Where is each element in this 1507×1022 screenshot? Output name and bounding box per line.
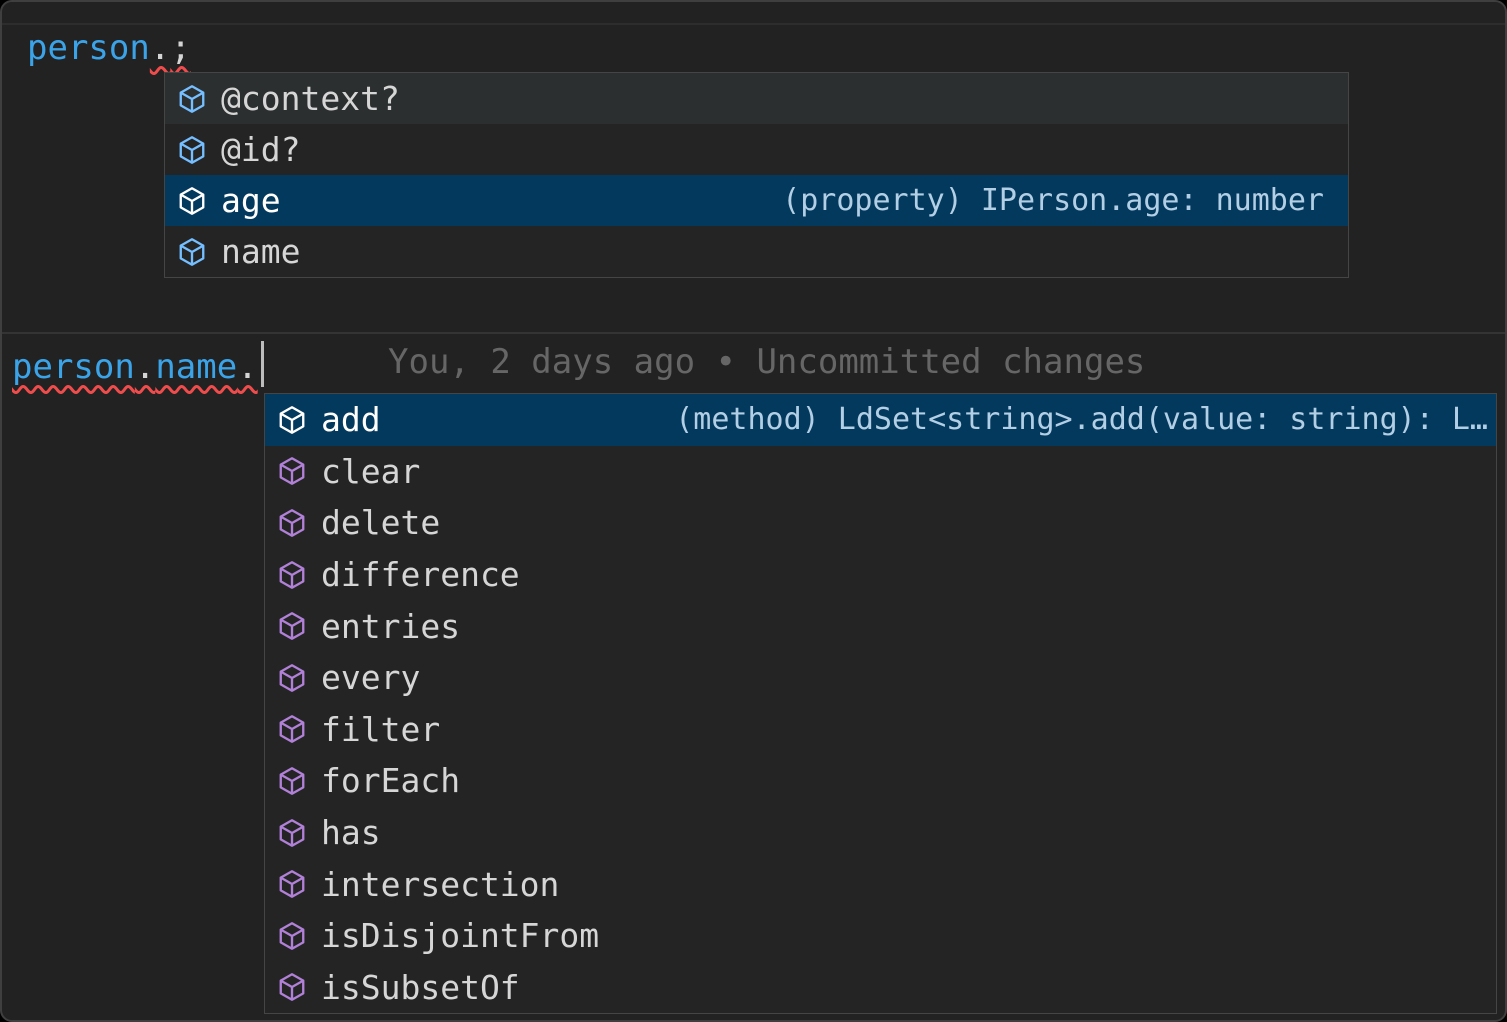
suggest-item-foreach[interactable]: forEach xyxy=(265,755,1496,807)
suggest-item-filter[interactable]: filter xyxy=(265,704,1496,756)
symbol-method-icon xyxy=(277,560,307,590)
suggest-item-difference[interactable]: difference xyxy=(265,549,1496,601)
suggest-item-label: every xyxy=(321,658,420,697)
suggest-item-label: add xyxy=(321,400,381,439)
suggest-item-label: delete xyxy=(321,503,440,542)
suggest-item-intersection[interactable]: intersection xyxy=(265,858,1496,910)
suggest-item-label: intersection xyxy=(321,865,559,904)
suggest-item-label: age xyxy=(221,181,281,220)
suggest-item-label: @context? xyxy=(221,79,400,118)
code-token: ; xyxy=(170,28,190,68)
suggest-item-label: isSubsetOf xyxy=(321,968,520,1007)
symbol-method-icon xyxy=(277,405,307,435)
suggest-widget-properties: @context? @id? age (property) IPerson.age: … xyxy=(164,72,1349,278)
symbol-method-icon xyxy=(277,456,307,486)
symbol-method-icon xyxy=(277,869,307,899)
suggest-item-has[interactable]: has xyxy=(265,807,1496,859)
code-editor-window: person.; @context? @id? age (property) IPer… xyxy=(0,0,1507,1022)
code-token: . xyxy=(237,347,257,387)
suggest-item-age[interactable]: age (property) IPerson.age: number xyxy=(165,175,1348,226)
suggest-item-detail: (property) IPerson.age: number xyxy=(782,183,1324,218)
suggest-item-clear[interactable]: clear xyxy=(265,446,1496,498)
text-cursor xyxy=(261,341,264,387)
suggest-item-label: name xyxy=(221,232,300,271)
symbol-method-icon xyxy=(277,818,307,848)
symbol-method-icon xyxy=(277,972,307,1002)
code-token: name xyxy=(155,347,237,387)
suggest-item-delete[interactable]: delete xyxy=(265,497,1496,549)
code-line-person-semicolon[interactable]: person.; xyxy=(27,27,191,69)
suggest-item-add[interactable]: add (method) LdSet<string>.add(value: str… xyxy=(265,394,1496,446)
code-token: . xyxy=(150,28,170,68)
symbol-method-icon xyxy=(277,663,307,693)
suggest-item-every[interactable]: every xyxy=(265,652,1496,704)
suggest-item-label: has xyxy=(321,813,381,852)
suggest-item-label: forEach xyxy=(321,761,460,800)
suggest-item-label: clear xyxy=(321,452,420,491)
symbol-method-icon xyxy=(277,611,307,641)
symbol-method-icon xyxy=(277,508,307,538)
symbol-method-icon xyxy=(277,766,307,796)
code-token: person xyxy=(27,28,150,68)
suggest-widget-methods: add (method) LdSet<string>.add(value: str… xyxy=(264,393,1497,1014)
symbol-field-icon xyxy=(177,186,207,216)
suggest-item-label: isDisjointFrom xyxy=(321,916,599,955)
suggest-item-label: entries xyxy=(321,607,460,646)
suggest-item-issubsetof[interactable]: isSubsetOf xyxy=(265,962,1496,1014)
suggest-item-isdisjointfrom[interactable]: isDisjointFrom xyxy=(265,910,1496,962)
suggest-item-label: filter xyxy=(321,710,440,749)
symbol-method-icon xyxy=(277,921,307,951)
git-blame-annotation: You, 2 days ago • Uncommitted changes xyxy=(388,341,1145,383)
suggest-item-detail: (method) LdSet<string>.add(value: string… xyxy=(675,402,1488,437)
suggest-item-context[interactable]: @context? xyxy=(165,73,1348,124)
middle-separator-line xyxy=(2,332,1505,334)
symbol-field-icon xyxy=(177,237,207,267)
suggest-item-label: @id? xyxy=(221,130,300,169)
top-separator-line xyxy=(2,23,1505,25)
symbol-field-icon xyxy=(177,84,207,114)
suggest-item-entries[interactable]: entries xyxy=(265,600,1496,652)
suggest-item-label: difference xyxy=(321,555,520,594)
code-line-person-name-dot[interactable]: person.name. xyxy=(12,341,264,388)
code-token: . xyxy=(135,347,155,387)
symbol-field-icon xyxy=(177,135,207,165)
code-token: person xyxy=(12,347,135,387)
symbol-method-icon xyxy=(277,714,307,744)
suggest-item-id[interactable]: @id? xyxy=(165,124,1348,175)
suggest-item-name[interactable]: name xyxy=(165,226,1348,277)
